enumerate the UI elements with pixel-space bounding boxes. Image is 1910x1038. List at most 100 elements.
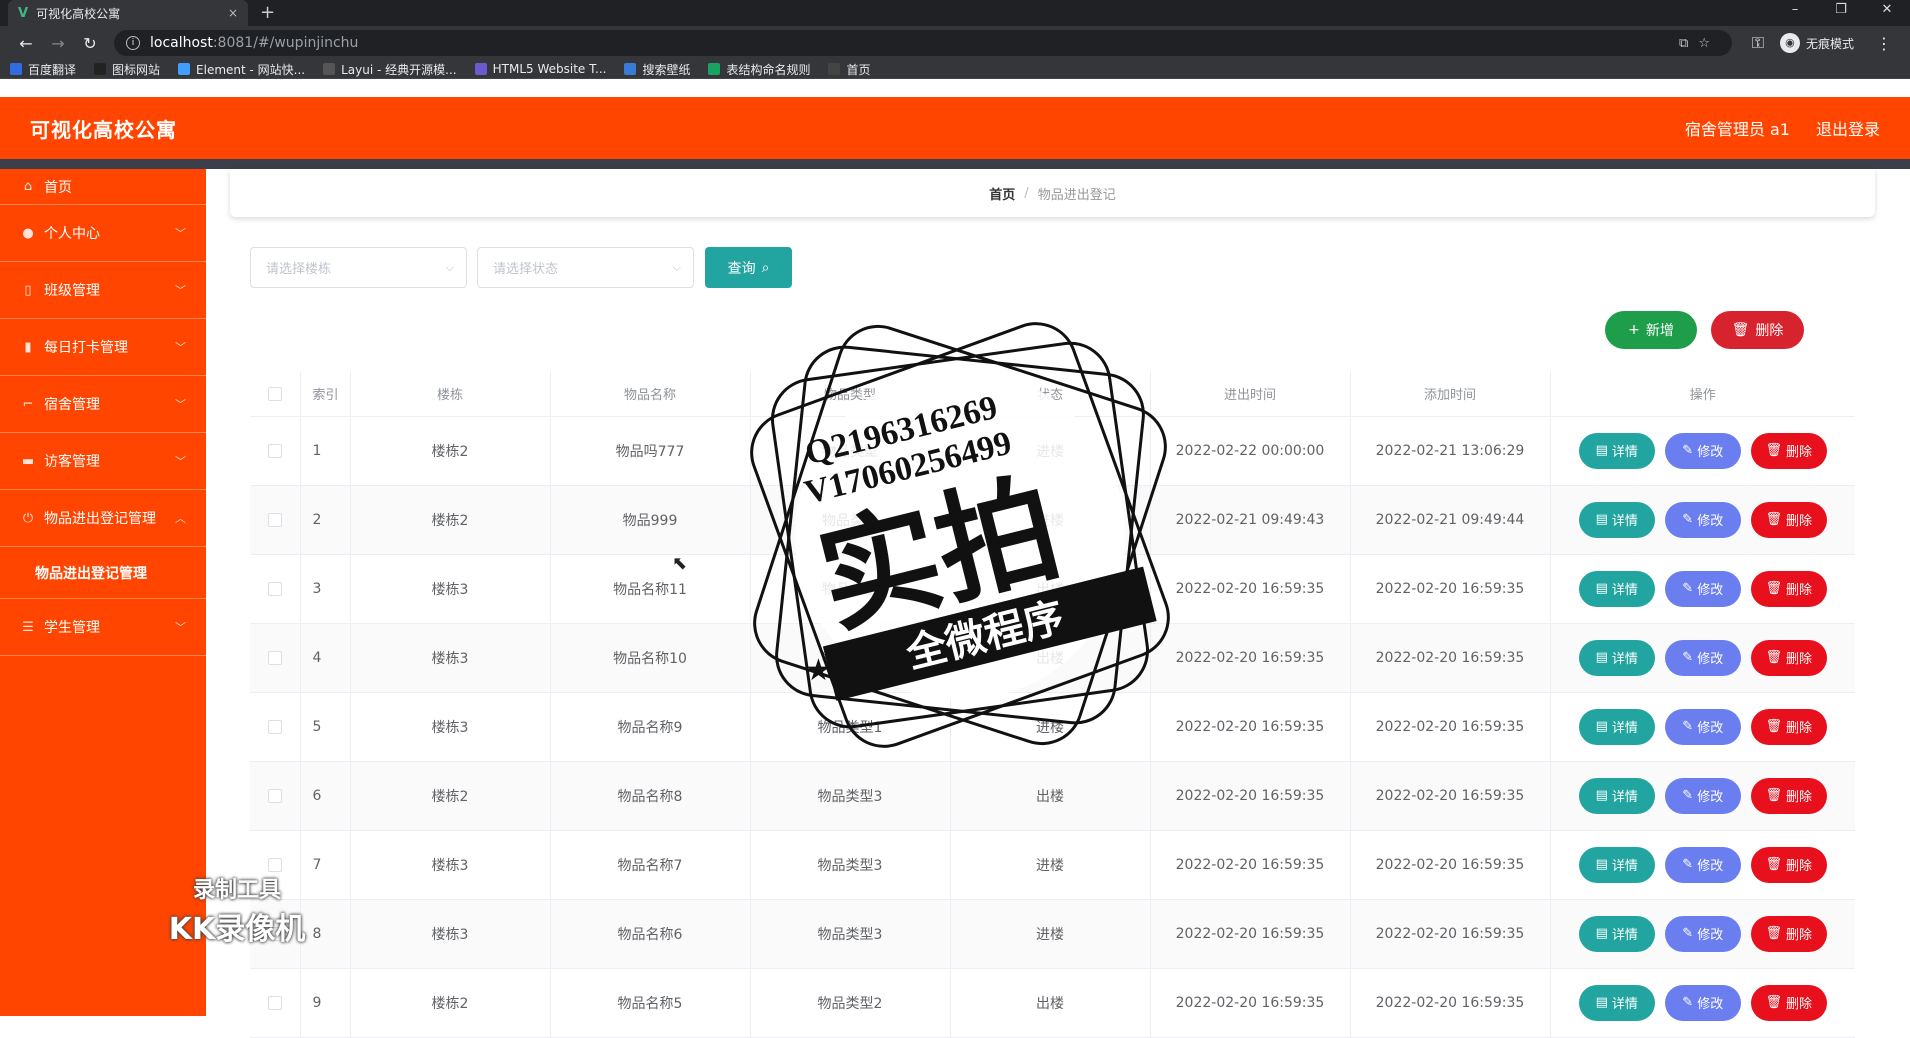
detail-button[interactable]: ▤ 详情	[1578, 846, 1655, 883]
browser-menu-icon[interactable]: ⋮	[1868, 34, 1900, 53]
cell-status: 出楼	[950, 623, 1151, 693]
incognito-label: 无痕模式	[1805, 36, 1854, 51]
sidebar-item[interactable]: ⌂ 首页	[0, 169, 206, 205]
row-select-cell	[250, 554, 301, 624]
bulk-delete-button[interactable]: 🗑 删除	[1711, 311, 1804, 349]
delete-button[interactable]: 🗑 删除	[1750, 915, 1827, 952]
add-button[interactable]: + 新增	[1605, 311, 1697, 349]
sidebar-item[interactable]: ● 个人中心 ﹀	[0, 205, 206, 262]
close-tab-icon[interactable]: ×	[228, 6, 238, 20]
cell-status: 进楼	[950, 692, 1151, 762]
cell-operations: ▤ 详情 ✎ 修改 🗑 删除	[1550, 761, 1855, 831]
bookmark-favicon-icon	[178, 63, 191, 75]
recorder-line2: KK录像机	[168, 912, 306, 947]
delete-button[interactable]: 🗑 删除	[1750, 639, 1827, 676]
url-input[interactable]: i localhost :8081/#/wupinjinchu ⧉☆	[114, 30, 1732, 56]
row-checkbox[interactable]	[267, 719, 282, 734]
bookmark-item[interactable]: HTML5 Website T...	[474, 62, 606, 76]
bookmark-item[interactable]: 百度翻译	[10, 61, 76, 78]
col-operations: 操作	[1550, 372, 1855, 417]
row-checkbox[interactable]	[267, 443, 282, 458]
status-select[interactable]: 请选择状态 ⌵	[477, 247, 694, 288]
delete-button[interactable]: 🗑 删除	[1750, 984, 1827, 1021]
row-checkbox[interactable]	[267, 512, 282, 527]
logout-link[interactable]: 退出登录	[1816, 116, 1880, 140]
detail-button[interactable]: ▤ 详情	[1578, 570, 1655, 607]
bookmark-item[interactable]: Element - 网站快...	[178, 61, 305, 78]
chevron-down-icon: ﹀	[175, 227, 186, 240]
breadcrumb-home[interactable]: 首页	[989, 184, 1015, 203]
delete-button[interactable]: 🗑 删除	[1750, 501, 1827, 538]
cell-operations: ▤ 详情 ✎ 修改 🗑 删除	[1550, 554, 1855, 624]
bookmark-item[interactable]: 首页	[828, 61, 871, 78]
detail-button[interactable]: ▤ 详情	[1578, 708, 1655, 745]
edit-button[interactable]: ✎ 修改	[1664, 846, 1741, 883]
detail-button[interactable]: ▤ 详情	[1578, 984, 1655, 1021]
cell-type: 物品类型2	[750, 968, 951, 1038]
delete-button[interactable]: 🗑 删除	[1750, 846, 1827, 883]
building-select[interactable]: 请选择楼栋 ⌵	[250, 247, 467, 288]
bookmark-favicon-icon	[708, 63, 721, 75]
search-button[interactable]: 查询 ⌕	[705, 247, 792, 288]
sidebar-item[interactable]: ▮ 每日打卡管理 ﹀	[0, 319, 206, 376]
edit-button[interactable]: ✎ 修改	[1664, 777, 1741, 814]
detail-button[interactable]: ▤ 详情	[1578, 501, 1655, 538]
reload-icon[interactable]: ↻	[74, 34, 106, 53]
translate-star-icons[interactable]: ⧉☆	[1679, 36, 1720, 51]
bookmark-item[interactable]: Layui - 经典开源模...	[323, 61, 457, 78]
cell-building: 楼栋3	[350, 830, 551, 900]
row-checkbox[interactable]	[267, 995, 282, 1010]
edit-button[interactable]: ✎ 修改	[1664, 501, 1741, 538]
browser-tab[interactable]: V 可视化高校公寓 ×	[8, 0, 248, 26]
bookmark-item[interactable]: 搜索壁纸	[624, 61, 690, 78]
row-checkbox[interactable]	[267, 650, 282, 665]
forward-icon[interactable]: →	[42, 34, 74, 53]
back-icon[interactable]: ←	[10, 34, 42, 53]
sidebar-item[interactable]: ▬ 访客管理 ﹀	[0, 433, 206, 490]
edit-button[interactable]: ✎ 修改	[1664, 708, 1741, 745]
delete-button[interactable]: 🗑 删除	[1750, 777, 1827, 814]
info-icon[interactable]: i	[126, 36, 140, 50]
delete-button[interactable]: 🗑 删除	[1750, 708, 1827, 745]
bulk-delete-label: 删除	[1755, 323, 1784, 339]
current-user[interactable]: 宿舍管理员 a1	[1685, 116, 1790, 140]
sidebar-item[interactable]: ⌐ 宿舍管理 ﹀	[0, 376, 206, 433]
sidebar-item[interactable]: ⏻ 物品进出登记管理 ︿	[0, 490, 206, 547]
table-row: 9 楼栋2 物品名称5 物品类型2 出楼 2022-02-20 16:59:35 2022-…	[250, 968, 1855, 1038]
bookmark-item[interactable]: 图标网站	[94, 61, 160, 78]
delete-button[interactable]: 🗑 删除	[1750, 432, 1827, 469]
bookmark-item[interactable]: 表结构命名规则	[708, 61, 810, 78]
new-tab-button[interactable]: +	[260, 0, 275, 26]
key-icon[interactable]: ⚿	[1742, 33, 1774, 53]
window-controls: – ❐ ✕	[1772, 0, 1910, 20]
sidebar-subitem[interactable]: 物品进出登记管理	[0, 547, 206, 599]
sidebar-item-label: 宿舍管理	[44, 397, 100, 413]
bookmark-label: 百度翻译	[28, 62, 77, 77]
pencil-icon: ✎	[1682, 581, 1694, 596]
minimize-icon[interactable]: –	[1772, 0, 1818, 20]
sidebar-item[interactable]: ▯ 班级管理 ﹀	[0, 262, 206, 319]
edit-button[interactable]: ✎ 修改	[1664, 432, 1741, 469]
sidebar-item[interactable]: ☰ 学生管理 ﹀	[0, 599, 206, 656]
cell-add-time: 2022-02-20 16:59:35	[1350, 899, 1551, 969]
row-checkbox[interactable]	[267, 788, 282, 803]
detail-button[interactable]: ▤ 详情	[1578, 639, 1655, 676]
edit-button[interactable]: ✎ 修改	[1664, 984, 1741, 1021]
delete-button[interactable]: 🗑 删除	[1750, 570, 1827, 607]
edit-button[interactable]: ✎ 修改	[1664, 639, 1741, 676]
detail-button[interactable]: ▤ 详情	[1578, 432, 1655, 469]
action-bar: + 新增 🗑 删除	[1605, 311, 1804, 349]
edit-button[interactable]: ✎ 修改	[1664, 570, 1741, 607]
restore-icon[interactable]: ❐	[1818, 0, 1864, 20]
document-icon: ▤	[1595, 581, 1608, 596]
cell-building: 楼栋2	[350, 485, 551, 555]
row-checkbox[interactable]	[267, 857, 282, 872]
document-icon: ▤	[1595, 788, 1608, 803]
select-all-checkbox[interactable]	[267, 386, 282, 401]
edit-button[interactable]: ✎ 修改	[1664, 915, 1741, 952]
detail-button[interactable]: ▤ 详情	[1578, 915, 1655, 952]
row-checkbox[interactable]	[267, 581, 282, 596]
incognito-indicator[interactable]: ◉ 无痕模式	[1779, 33, 1854, 53]
close-window-icon[interactable]: ✕	[1864, 0, 1910, 20]
detail-button[interactable]: ▤ 详情	[1578, 777, 1655, 814]
